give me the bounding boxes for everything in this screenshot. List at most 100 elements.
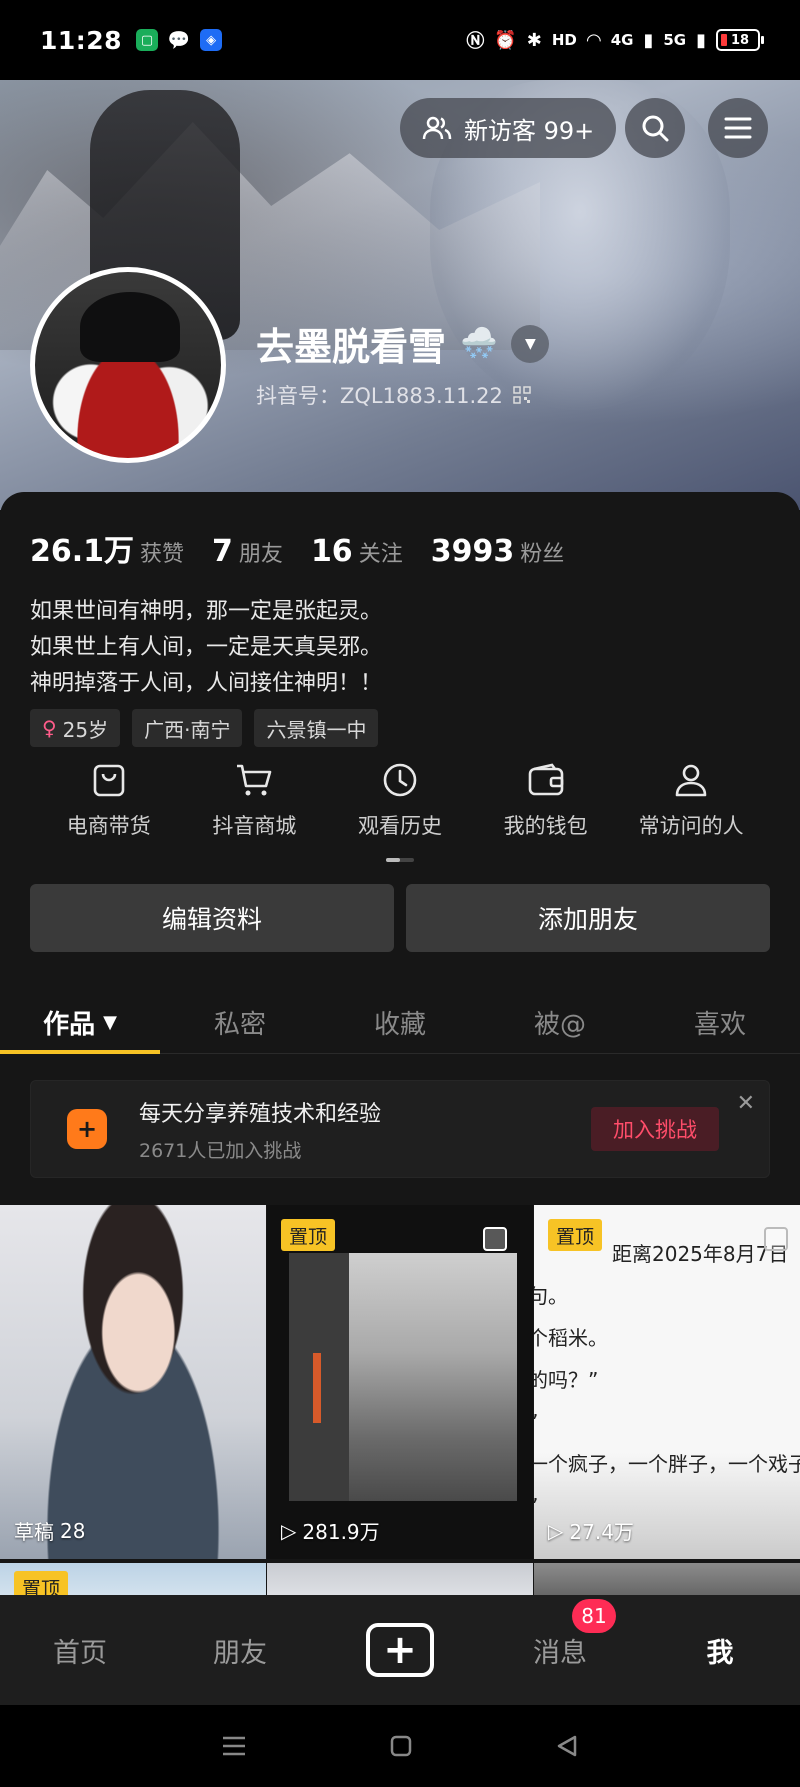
qr-code-icon[interactable] <box>513 386 531 404</box>
bio[interactable]: 如果世间有神明，那一定是张起灵。 如果世上有人间，一定是天真吴邪。 神明掉落于人… <box>30 594 382 702</box>
visitors-icon <box>422 116 452 140</box>
status-time: 11:28 <box>40 25 123 55</box>
shortcut-scroll-indicator <box>386 858 414 862</box>
edit-profile-button[interactable]: 编辑资料 <box>30 884 394 952</box>
pinned-badge: 置顶 <box>281 1219 336 1251</box>
add-friend-button[interactable]: 添加朋友 <box>406 884 770 952</box>
status-bar: 11:28 ▢ 💬 ◈ Ⓝ ⏰ ✱ HD ◠ 4G ▮ 5G ▮ 18 <box>0 0 800 80</box>
shield-app-icon: ◈ <box>200 29 223 51</box>
thumbnail-text-line: 句。 <box>534 1284 568 1308</box>
tab-label: 作品 <box>43 1010 96 1040</box>
stat-likes[interactable]: 26.1万 获赞 <box>30 526 184 570</box>
account-switch-dropdown[interactable]: ▼ <box>511 324 550 363</box>
content-tabs: 作品 ▼ 私密 收藏 被@ 喜欢 <box>0 992 800 1054</box>
nav-create[interactable]: + <box>320 1623 480 1677</box>
stat-label: 关注 <box>358 542 403 567</box>
status-app-icons: ▢ 💬 ◈ <box>136 29 223 51</box>
challenge-banner[interactable]: + 每天分享养殖技术和经验 2671人已加入挑战 加入挑战 ✕ <box>30 1080 770 1178</box>
video-thumbnail[interactable]: 置顶 ▷ 281.9万 <box>267 1205 533 1559</box>
create-plus-icon: + <box>366 1623 434 1677</box>
draft-label: 草稿 <box>14 1520 54 1544</box>
nav-friends[interactable]: 朋友 <box>160 1631 320 1670</box>
shortcut-row: 电商带货 抖音商城 观看历史 我的钱包 常访问的人 <box>30 762 770 840</box>
search-button[interactable] <box>625 98 685 158</box>
shopping-bag-icon <box>93 764 125 797</box>
tab-works[interactable]: 作品 ▼ <box>0 992 160 1054</box>
wallet-icon <box>528 763 563 796</box>
new-visitors-button[interactable]: 新访客 99+ <box>400 98 617 158</box>
stat-value: 3993 <box>430 534 515 569</box>
shortcut-mall[interactable]: 抖音商城 <box>182 762 328 840</box>
home-icon[interactable] <box>389 1734 413 1758</box>
douyin-id: 抖音号：ZQL1883.11.22 <box>256 384 503 408</box>
shortcut-wallet[interactable]: 我的钱包 <box>473 762 619 840</box>
recent-apps-icon[interactable] <box>221 1735 247 1757</box>
app-notification-icon: ▢ <box>136 29 159 51</box>
bluetooth-icon: ✱ <box>526 29 542 51</box>
thumbnail-text-line: ” <box>534 1401 800 1443</box>
tag-text: 广西·南宁 <box>144 717 231 742</box>
video-meta: ▷ 27.4万 <box>548 1516 634 1545</box>
challenge-title: 每天分享养殖技术和经验 <box>139 1101 382 1127</box>
profile-actions: 编辑资料 添加朋友 <box>30 884 770 952</box>
shortcut-label: 常访问的人 <box>638 814 744 838</box>
shortcut-label: 我的钱包 <box>503 814 588 838</box>
system-nav-bar <box>0 1705 800 1787</box>
shortcut-history[interactable]: 观看历史 <box>327 762 473 840</box>
nickname: 去墨脱看雪 <box>256 325 447 369</box>
join-challenge-button[interactable]: 加入挑战 <box>591 1107 719 1151</box>
video-thumbnail[interactable]: 距离2025年8月7日 句。 个稻米。 的吗？” ” 一个疯子，一个胖子，一个戏… <box>534 1205 800 1559</box>
tag-text: 六景镇一中 <box>266 717 367 742</box>
shortcut-ecommerce[interactable]: 电商带货 <box>36 762 182 840</box>
network-4g-label: 4G <box>610 31 634 49</box>
avatar-art <box>80 292 180 362</box>
tab-likes[interactable]: 喜欢 <box>640 992 800 1053</box>
profile-tags: ♀ 25岁 广西·南宁 六景镇一中 <box>30 709 379 747</box>
profile-stats: 26.1万 获赞 7 朋友 16 关注 3993 粉丝 <box>30 526 564 570</box>
play-count: 27.4万 <box>569 1520 634 1544</box>
cart-icon <box>237 764 272 796</box>
new-visitors-label: 新访客 99+ <box>464 116 595 145</box>
shortcut-label: 观看历史 <box>357 814 442 838</box>
thumbnail-text-line: 的吗？” <box>534 1368 599 1392</box>
thumbnail-text-line: 个稻米。 <box>534 1326 608 1350</box>
douyin-id-row[interactable]: 抖音号：ZQL1883.11.22 <box>256 380 531 410</box>
play-count-icon: ▷ <box>281 1518 297 1543</box>
tab-mentions[interactable]: 被@ <box>480 992 640 1053</box>
signal-icon-2: ▮ <box>696 29 706 51</box>
close-icon[interactable]: ✕ <box>737 1091 755 1116</box>
avatar[interactable] <box>30 267 226 463</box>
tab-private[interactable]: 私密 <box>160 992 320 1053</box>
video-thumbnail[interactable]: 草稿 28 <box>0 1205 266 1559</box>
thumbnail-text-line: 一个疯子，一个胖子，一个戏子 <box>534 1452 800 1476</box>
play-count: 281.9万 <box>302 1520 380 1544</box>
challenge-plus-icon: + <box>67 1109 107 1149</box>
wechat-icon: 💬 <box>167 29 191 51</box>
stat-label: 朋友 <box>238 542 283 567</box>
back-icon[interactable] <box>555 1734 579 1758</box>
menu-button[interactable] <box>708 98 768 158</box>
tag-text: 25岁 <box>62 717 109 742</box>
bio-line: 如果世间有神明，那一定是张起灵。 <box>30 599 383 624</box>
nav-messages[interactable]: 消息 81 <box>480 1598 640 1670</box>
tab-favorites[interactable]: 收藏 <box>320 992 480 1053</box>
network-5g-label: 5G <box>663 31 687 49</box>
search-icon <box>642 115 669 142</box>
challenge-subtitle: 2671人已加入挑战 <box>139 1139 302 1162</box>
stat-label: 粉丝 <box>520 542 565 567</box>
select-checkbox[interactable] <box>483 1227 507 1251</box>
thumbnail-image <box>289 1253 517 1501</box>
stat-following[interactable]: 16 关注 <box>311 534 403 569</box>
nfc-icon: Ⓝ <box>466 31 485 52</box>
nav-home[interactable]: 首页 <box>0 1631 160 1670</box>
draft-count: 28 <box>60 1518 86 1543</box>
select-checkbox[interactable] <box>764 1227 788 1251</box>
stat-friends[interactable]: 7 朋友 <box>212 534 283 569</box>
tag-location: 广西·南宁 <box>132 709 243 747</box>
stat-followers[interactable]: 3993 粉丝 <box>431 534 565 569</box>
shortcut-frequent-visitors[interactable]: 常访问的人 <box>618 762 764 840</box>
nav-me[interactable]: 我 <box>640 1631 800 1670</box>
bottom-nav: 首页 朋友 + 消息 81 我 <box>0 1595 800 1705</box>
nickname-row: 去墨脱看雪 🌨️ ▼ <box>256 316 550 371</box>
video-grid: 草稿 28 置顶 ▷ 281.9万 距离2025年8月7日 句。 个稻米。 的吗… <box>0 1205 800 1603</box>
